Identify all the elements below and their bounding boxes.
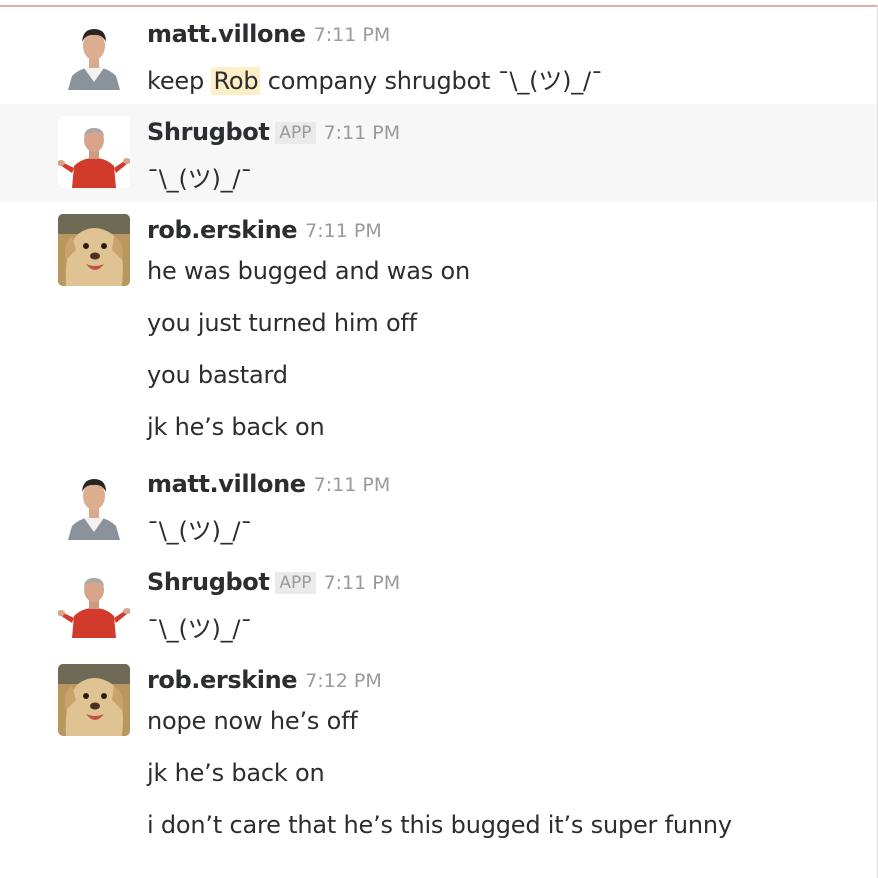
message-header: Shrugbot APP 7:11 PM [147, 118, 400, 146]
username[interactable]: Shrugbot [147, 118, 270, 146]
message-text: ¯\_(ツ)_/¯ [147, 615, 253, 643]
message-text: jk he’s back on [147, 413, 325, 441]
message-6[interactable]: rob.erskine 7:12 PM nope now he’s off jk … [0, 656, 877, 866]
timestamp[interactable]: 7:11 PM [324, 122, 401, 144]
timestamp[interactable]: 7:12 PM [305, 670, 382, 692]
message-text: nope now he’s off [147, 707, 358, 735]
username[interactable]: rob.erskine [147, 666, 298, 694]
timestamp[interactable]: 7:11 PM [324, 572, 401, 594]
message-text: ¯\_(ツ)_/¯ [147, 165, 253, 193]
username[interactable]: matt.villone [147, 20, 306, 48]
message-header: matt.villone 7:11 PM [147, 470, 390, 498]
message-text: keep Rob company shrugbot ¯\_(ツ)_/¯ [147, 67, 603, 95]
username[interactable]: Shrugbot [147, 568, 270, 596]
message-5[interactable]: Shrugbot APP 7:11 PM ¯\_(ツ)_/¯ [0, 558, 877, 656]
user-mention[interactable]: Rob [211, 67, 261, 95]
app-badge: APP [275, 122, 316, 144]
message-text: i don’t care that he’s this bugged it’s … [147, 811, 732, 839]
shrugging-man-icon [58, 116, 130, 188]
avatar[interactable] [58, 18, 130, 90]
avatar[interactable] [58, 566, 130, 638]
message-text: he was bugged and was on [147, 257, 470, 285]
app-badge: APP [275, 572, 316, 594]
message-header: rob.erskine 7:11 PM [147, 216, 382, 244]
message-text: jk he’s back on [147, 759, 325, 787]
username[interactable]: matt.villone [147, 470, 306, 498]
person-headshot-icon [58, 18, 130, 90]
timestamp[interactable]: 7:11 PM [314, 24, 391, 46]
message-4[interactable]: matt.villone 7:11 PM ¯\_(ツ)_/¯ [0, 460, 877, 558]
message-1[interactable]: matt.villone 7:11 PM keep Rob company shr… [0, 10, 877, 104]
avatar[interactable] [58, 468, 130, 540]
dog-icon [58, 664, 130, 736]
message-text: ¯\_(ツ)_/¯ [147, 517, 253, 545]
person-headshot-icon [58, 468, 130, 540]
timestamp[interactable]: 7:11 PM [314, 474, 391, 496]
timestamp[interactable]: 7:11 PM [305, 220, 382, 242]
avatar[interactable] [58, 214, 130, 286]
message-text: you bastard [147, 361, 288, 389]
message-header: matt.villone 7:11 PM [147, 20, 390, 48]
message-text: you just turned him off [147, 309, 417, 337]
shrugging-man-icon [58, 566, 130, 638]
avatar[interactable] [58, 116, 130, 188]
message-3[interactable]: rob.erskine 7:11 PM he was bugged and was… [0, 202, 877, 460]
new-messages-divider [0, 5, 878, 7]
message-header: Shrugbot APP 7:11 PM [147, 568, 400, 596]
dog-icon [58, 214, 130, 286]
message-2[interactable]: Shrugbot APP 7:11 PM ¯\_(ツ)_/¯ [0, 104, 877, 202]
avatar[interactable] [58, 664, 130, 736]
username[interactable]: rob.erskine [147, 216, 298, 244]
message-header: rob.erskine 7:12 PM [147, 666, 382, 694]
